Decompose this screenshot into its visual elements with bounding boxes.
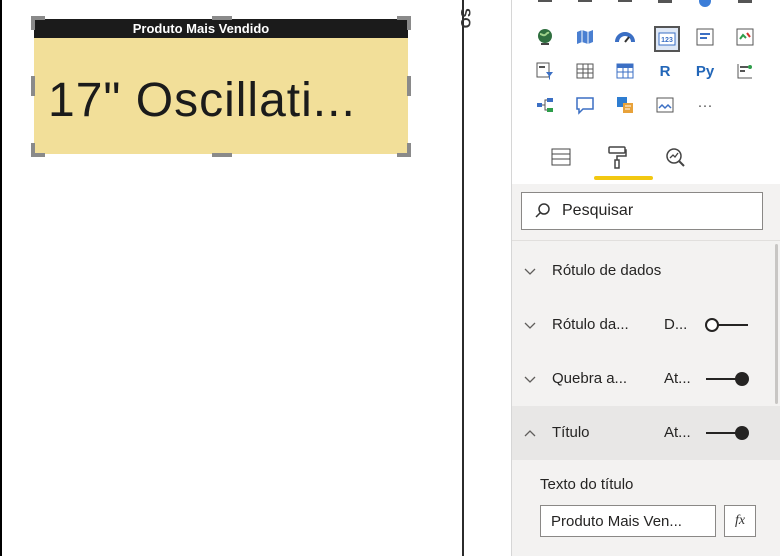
fields-icon bbox=[551, 148, 571, 166]
visual-type-icon[interactable] bbox=[534, 0, 556, 12]
visual-type-icon[interactable] bbox=[734, 0, 756, 12]
visual-type-icon[interactable] bbox=[574, 0, 596, 12]
fx-icon: fx bbox=[734, 513, 746, 528]
card-title: Produto Mais Vendido bbox=[34, 19, 408, 38]
section-divider bbox=[512, 240, 780, 241]
resize-handle-bottom-right[interactable] bbox=[407, 143, 411, 157]
chevron-up-icon bbox=[524, 430, 536, 437]
slicer-icon[interactable] bbox=[534, 60, 556, 82]
resize-handle-top-left[interactable] bbox=[31, 16, 35, 30]
kpi-icon[interactable] bbox=[734, 26, 756, 48]
gauge-icon[interactable] bbox=[614, 26, 636, 48]
active-tab-indicator bbox=[594, 176, 653, 180]
resize-handle-bottom[interactable] bbox=[212, 153, 232, 157]
resize-handle-right[interactable] bbox=[407, 76, 411, 96]
toggle-state-text: D... bbox=[664, 316, 688, 333]
filled-map-icon[interactable] bbox=[574, 26, 596, 48]
map-globe-icon[interactable] bbox=[534, 26, 556, 48]
visual-type-icon[interactable] bbox=[654, 0, 676, 12]
decomposition-tree-icon[interactable] bbox=[534, 94, 556, 116]
search-input[interactable] bbox=[562, 197, 752, 225]
python-visual-icon[interactable]: Py bbox=[694, 60, 716, 82]
format-section-label: Rótulo de dados bbox=[552, 262, 662, 279]
paint-roller-icon bbox=[608, 146, 627, 169]
visual-gallery: 123 R Py ··· bbox=[512, 0, 780, 132]
tab-fields[interactable] bbox=[546, 142, 576, 172]
key-influencers-icon[interactable] bbox=[734, 60, 756, 82]
search-box[interactable] bbox=[521, 192, 763, 230]
toggle-on[interactable] bbox=[704, 371, 750, 387]
format-section-data-labels[interactable]: Rótulo de dados bbox=[512, 244, 780, 298]
toggle-off[interactable] bbox=[704, 317, 750, 333]
format-section-word-wrap[interactable]: Quebra a... At... bbox=[512, 352, 780, 406]
visual-type-icon[interactable] bbox=[694, 0, 716, 12]
analytics-icon bbox=[666, 148, 685, 167]
toggle-on[interactable] bbox=[704, 425, 750, 441]
card-icon[interactable]: 123 bbox=[654, 26, 680, 52]
format-section-label: Rótulo da... bbox=[552, 316, 629, 333]
matrix-icon[interactable] bbox=[614, 60, 636, 82]
card-value: 17" Oscillati... bbox=[48, 74, 356, 127]
chevron-down-icon bbox=[524, 376, 536, 383]
resize-handle-top[interactable] bbox=[212, 16, 232, 20]
visual-type-icon[interactable] bbox=[614, 0, 636, 12]
r-visual-icon[interactable]: R bbox=[654, 60, 676, 82]
title-text-input[interactable] bbox=[540, 505, 716, 537]
table-icon[interactable] bbox=[574, 60, 596, 82]
smart-narrative-icon[interactable] bbox=[614, 94, 636, 116]
tab-format[interactable] bbox=[602, 142, 632, 172]
chevron-down-icon bbox=[524, 268, 536, 275]
card-visual[interactable]: Produto Mais Vendido 17" Oscillati... bbox=[34, 19, 408, 154]
format-section-label: Título bbox=[552, 424, 590, 441]
format-section-category-label[interactable]: Rótulo da... D... bbox=[512, 298, 780, 352]
title-text-label: Texto do título bbox=[540, 476, 634, 493]
conditional-format-button[interactable]: fx bbox=[724, 505, 756, 537]
collapsed-pane-strip[interactable] bbox=[464, 0, 511, 556]
resize-handle-top-right[interactable] bbox=[407, 16, 411, 30]
collapsed-pane-label[interactable]: SO bbox=[458, 8, 474, 28]
tab-analytics[interactable] bbox=[660, 142, 690, 172]
svg-text:123: 123 bbox=[661, 37, 673, 44]
more-visuals-icon[interactable]: ··· bbox=[694, 94, 716, 116]
toggle-state-text: At... bbox=[664, 424, 691, 441]
resize-handle-bottom-left[interactable] bbox=[31, 143, 35, 157]
format-section-label: Quebra a... bbox=[552, 370, 628, 387]
chevron-down-icon bbox=[524, 322, 536, 329]
multi-row-card-icon[interactable] bbox=[694, 26, 716, 48]
qa-icon[interactable] bbox=[574, 94, 596, 116]
resize-handle-left[interactable] bbox=[31, 76, 35, 96]
format-section-title[interactable]: Título At... bbox=[512, 406, 780, 460]
search-icon bbox=[535, 203, 550, 218]
paginated-report-icon[interactable] bbox=[654, 94, 676, 116]
toggle-state-text: At... bbox=[664, 370, 691, 387]
